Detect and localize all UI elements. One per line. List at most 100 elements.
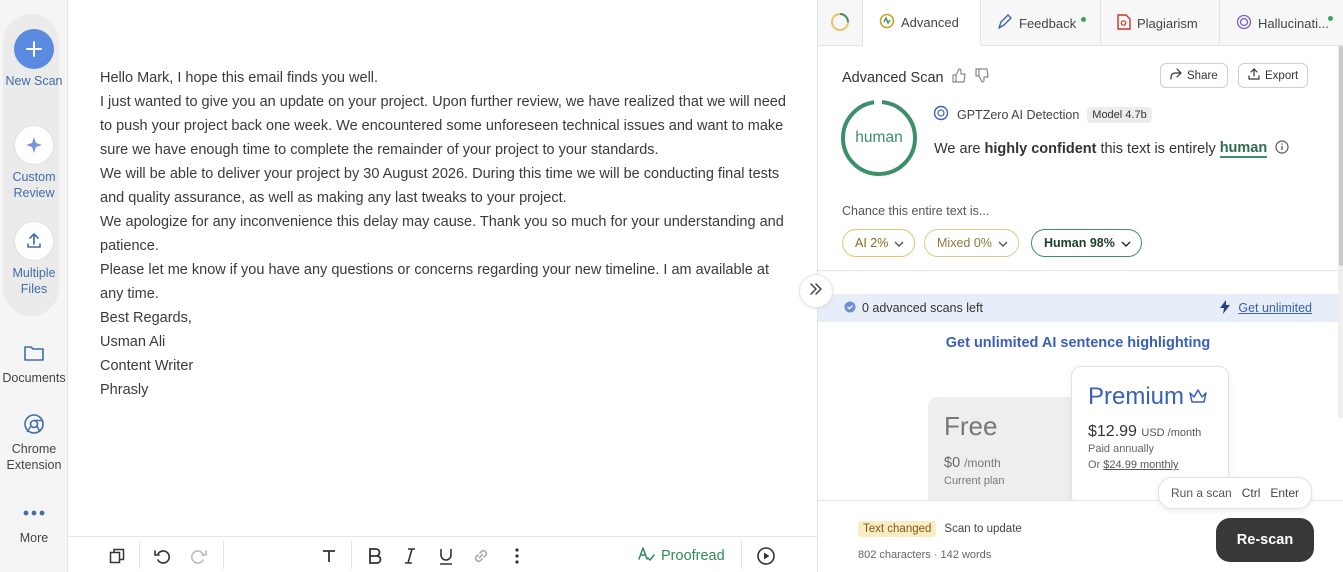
documents-label: Documents xyxy=(2,371,66,385)
results-panel: Advanced Feedback Plagiarism Hallucinati… xyxy=(817,0,1343,572)
plus-icon xyxy=(14,29,54,69)
tab-hallucination[interactable]: Hallucinati... xyxy=(1220,0,1343,46)
multiple-files-label: Multiple Files xyxy=(12,266,56,296)
play-icon[interactable] xyxy=(755,545,777,567)
paragraph[interactable]: Usman Ali xyxy=(100,330,790,354)
copy-icon[interactable] xyxy=(106,545,128,567)
free-price-period: /month xyxy=(964,456,1001,470)
advanced-icon xyxy=(879,13,895,32)
export-button[interactable]: Export xyxy=(1238,63,1309,88)
text-changed-badge: Text changed xyxy=(858,521,937,537)
human-probability-label: Human 98% xyxy=(1044,236,1115,250)
folder-icon xyxy=(0,338,68,368)
ai-probability-dropdown[interactable]: AI 2% xyxy=(842,229,916,257)
premium-billing: Paid annually xyxy=(1088,443,1155,455)
human-probability-dropdown[interactable]: Human 98% xyxy=(1031,229,1142,257)
share-icon xyxy=(1170,68,1182,83)
text-editor[interactable]: Hello Mark, I hope this email finds you … xyxy=(68,0,817,572)
free-plan-card[interactable]: Free $0 /month Current plan xyxy=(928,397,1078,507)
undo-icon[interactable] xyxy=(151,545,173,567)
detector-name: GPTZero AI Detection xyxy=(957,107,1080,122)
thumbs-down-icon[interactable] xyxy=(974,68,990,87)
run-scan-hint-label: Run a scan xyxy=(1171,486,1232,500)
detector-row: GPTZero AI Detection Model 4.7b xyxy=(933,105,1152,124)
gptzero-logo-icon xyxy=(933,105,949,124)
info-icon[interactable] xyxy=(1275,140,1289,158)
spiral-icon xyxy=(1236,14,1252,33)
ring-gap xyxy=(874,98,882,106)
share-button[interactable]: Share xyxy=(1160,63,1228,88)
new-scan-label: New Scan xyxy=(5,74,63,88)
run-scan-hint: Run a scan Ctrl Enter xyxy=(1158,477,1313,509)
crown-icon xyxy=(1188,383,1208,411)
paragraph[interactable]: Hello Mark, I hope this email finds you … xyxy=(100,66,790,90)
proofread-icon xyxy=(637,545,655,567)
more-options-icon[interactable] xyxy=(506,545,528,567)
paragraph[interactable]: We will be able to deliver your project … xyxy=(100,162,790,210)
advanced-scan-title: Advanced Scan xyxy=(842,69,944,86)
premium-price-value: $12.99 xyxy=(1088,423,1137,440)
chevron-down-icon xyxy=(1121,236,1131,250)
scrollbar-thumb[interactable] xyxy=(1339,46,1343,266)
character-word-count: 802 characters · 142 words xyxy=(858,549,992,561)
new-scan-button[interactable]: New Scan xyxy=(0,29,68,89)
verdict-prefix: We are xyxy=(934,141,981,157)
get-unlimited-label: Get unlimited xyxy=(1238,301,1312,315)
underline-icon[interactable] xyxy=(435,545,457,567)
mixed-probability-dropdown[interactable]: Mixed 0% xyxy=(924,229,1019,257)
enter-key: Enter xyxy=(1270,486,1300,500)
verdict-mid: this text is entirely xyxy=(1100,141,1216,157)
custom-review-button[interactable]: Custom Review xyxy=(0,125,68,201)
toolbar-divider xyxy=(223,541,224,569)
panel-tabs: Advanced Feedback Plagiarism Hallucinati… xyxy=(818,0,1343,46)
paragraph[interactable]: I just wanted to give you an update on y… xyxy=(100,90,790,162)
advanced-scan-header: Advanced Scan xyxy=(842,68,990,87)
premium-monthly-link[interactable]: $24.99 monthly xyxy=(1103,459,1178,471)
double-chevron-right-icon xyxy=(809,282,823,300)
more-label: More xyxy=(19,531,49,545)
multiple-files-button[interactable]: Multiple Files xyxy=(0,221,68,297)
paragraph[interactable]: Please let me know if you have any quest… xyxy=(100,258,790,306)
verdict-text: We are highly confident this text is ent… xyxy=(934,140,1289,158)
tab-loading[interactable] xyxy=(818,0,863,46)
tab-feedback-label: Feedback xyxy=(1019,15,1077,31)
scan-to-update-label: Scan to update xyxy=(944,523,1022,535)
model-badge: Model 4.7b xyxy=(1087,106,1152,123)
italic-icon[interactable] xyxy=(399,545,421,567)
tab-feedback[interactable]: Feedback xyxy=(981,0,1101,46)
free-plan-price: $0 /month xyxy=(944,455,1001,471)
link-icon[interactable] xyxy=(470,545,492,567)
text-style-icon[interactable] xyxy=(318,545,340,567)
editor-toolbar: Proofread xyxy=(68,536,817,572)
pen-icon xyxy=(997,13,1013,33)
upload-icon xyxy=(14,221,54,261)
thumbs-up-icon[interactable] xyxy=(951,68,967,87)
proofread-button[interactable]: Proofread xyxy=(637,545,725,567)
result-ring-label: human xyxy=(855,129,903,146)
paragraph[interactable]: Content Writer xyxy=(100,354,790,378)
rescan-button[interactable]: Re-scan xyxy=(1216,518,1314,562)
scan-footer: Text changed Scan to update 802 characte… xyxy=(818,500,1343,572)
editor-content[interactable]: Hello Mark, I hope this email finds you … xyxy=(100,66,790,402)
tab-hallucination-label: Hallucinati... xyxy=(1258,15,1329,31)
document-search-icon xyxy=(1117,13,1131,33)
export-label: Export xyxy=(1265,69,1299,82)
paragraph[interactable]: Phrasly xyxy=(100,378,790,402)
more-button[interactable]: More xyxy=(0,498,68,546)
tab-plagiarism[interactable]: Plagiarism xyxy=(1101,0,1220,46)
tab-advanced[interactable]: Advanced xyxy=(863,0,981,46)
redo-icon[interactable] xyxy=(188,545,210,567)
get-unlimited-link[interactable]: Get unlimited xyxy=(1220,299,1312,317)
section-divider xyxy=(818,270,1343,271)
bold-icon[interactable] xyxy=(364,545,386,567)
paragraph[interactable]: We apologize for any inconvenience this … xyxy=(100,210,790,258)
documents-button[interactable]: Documents xyxy=(0,338,68,386)
paragraph[interactable]: Best Regards, xyxy=(100,306,790,330)
chance-label: Chance this entire text is... xyxy=(842,204,990,218)
premium-or: Or xyxy=(1088,459,1101,471)
notification-dot xyxy=(1328,16,1333,21)
collapse-panel-button[interactable] xyxy=(799,274,833,308)
chrome-extension-button[interactable]: Chrome Extension xyxy=(0,409,68,473)
toolbar-divider xyxy=(741,541,742,569)
tab-plagiarism-label: Plagiarism xyxy=(1137,15,1198,31)
